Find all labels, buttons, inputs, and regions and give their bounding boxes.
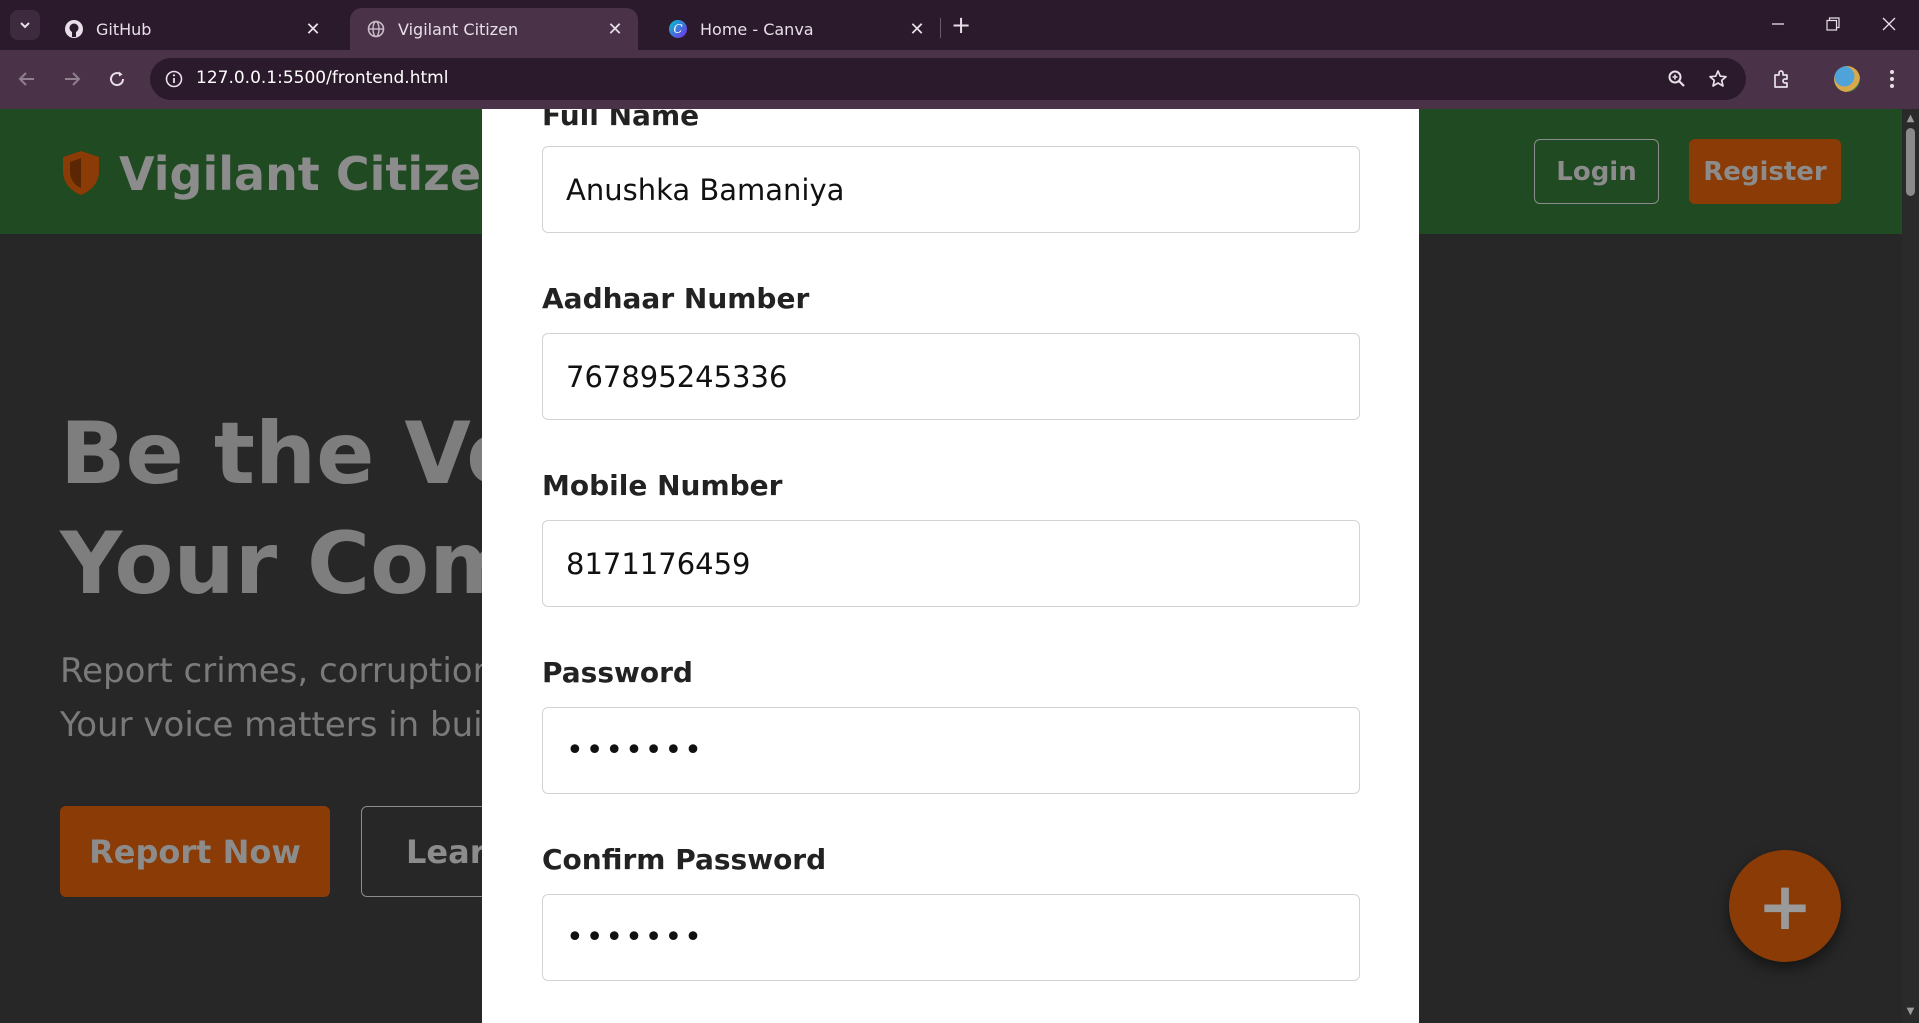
svg-text:C: C <box>673 22 682 36</box>
chevron-down-icon <box>20 22 30 29</box>
github-icon <box>64 19 84 39</box>
reload-icon <box>110 71 125 87</box>
login-button[interactable]: Login <box>1534 139 1659 204</box>
page-scrollbar[interactable] <box>1902 109 1919 1023</box>
add-report-fab[interactable]: + <box>1729 850 1841 962</box>
mobile-label: Mobile Number <box>542 469 783 502</box>
reload-button[interactable] <box>101 63 133 95</box>
menu-kebab-icon[interactable] <box>1877 64 1907 94</box>
hero-subtitle: Report crimes, corruption, Your voice ma… <box>60 644 514 752</box>
close-icon <box>1882 17 1896 31</box>
close-icon[interactable]: ✕ <box>906 18 928 40</box>
hero-subtitle-line: Report crimes, corruption, <box>60 651 505 691</box>
zoom-icon[interactable] <box>1664 66 1690 92</box>
shield-icon <box>63 151 99 195</box>
aadhaar-input[interactable]: 767895245336 <box>542 333 1360 420</box>
report-now-button[interactable]: Report Now <box>60 806 330 897</box>
new-tab-button[interactable]: + <box>946 10 976 40</box>
hero-subtitle-line: Your voice matters in build <box>60 705 514 745</box>
canva-icon: C <box>668 19 688 39</box>
tab-github[interactable]: GitHub ✕ <box>48 8 336 50</box>
tab-canva[interactable]: C Home - Canva ✕ <box>652 8 940 50</box>
tab-vigilant-citizen[interactable]: Vigilant Citizen ✕ <box>350 8 638 50</box>
scroll-down-icon[interactable]: ▼ <box>1904 1005 1917 1018</box>
page-viewport: Vigilant Citizen Login Register Be the V… <box>0 109 1902 1023</box>
register-modal: Full Name Anushka Bamaniya Aadhaar Numbe… <box>482 109 1419 1023</box>
profile-avatar[interactable] <box>1834 66 1860 92</box>
arrow-left-icon <box>18 72 34 86</box>
tab-title: GitHub <box>96 19 152 39</box>
globe-icon <box>366 19 386 39</box>
tab-search-button[interactable] <box>10 10 40 40</box>
site-info-icon[interactable] <box>162 67 186 91</box>
tab-title: Home - Canva <box>700 19 814 39</box>
register-button[interactable]: Register <box>1689 139 1841 204</box>
mobile-input[interactable]: 8171176459 <box>542 520 1360 607</box>
close-icon[interactable]: ✕ <box>302 18 324 40</box>
forward-button[interactable] <box>56 63 88 95</box>
restore-button[interactable] <box>1810 6 1856 42</box>
confirm-password-label: Confirm Password <box>542 843 827 876</box>
arrow-right-icon <box>65 72 81 86</box>
scrollbar-thumb[interactable] <box>1906 128 1915 196</box>
bookmark-star-icon[interactable] <box>1705 66 1731 92</box>
tab-separator <box>940 18 941 38</box>
back-button[interactable] <box>11 63 43 95</box>
aadhaar-label: Aadhaar Number <box>542 282 810 315</box>
close-window-button[interactable] <box>1866 6 1912 42</box>
url-text[interactable]: 127.0.0.1:5500/frontend.html <box>196 68 448 88</box>
full-name-input[interactable]: Anushka Bamaniya <box>542 146 1360 233</box>
brand-name[interactable]: Vigilant Citizen <box>119 147 514 201</box>
restore-icon <box>1826 17 1840 31</box>
full-name-label: Full Name <box>542 109 700 132</box>
extensions-icon[interactable] <box>1767 64 1797 94</box>
minimize-icon <box>1772 23 1784 25</box>
minimize-button[interactable] <box>1755 6 1801 42</box>
confirm-password-input[interactable]: ••••••• <box>542 894 1360 981</box>
tab-title: Vigilant Citizen <box>398 19 519 39</box>
password-input[interactable]: ••••••• <box>542 707 1360 794</box>
scroll-up-icon[interactable]: ▲ <box>1904 112 1917 125</box>
close-icon[interactable]: ✕ <box>604 18 626 40</box>
password-label: Password <box>542 656 693 689</box>
